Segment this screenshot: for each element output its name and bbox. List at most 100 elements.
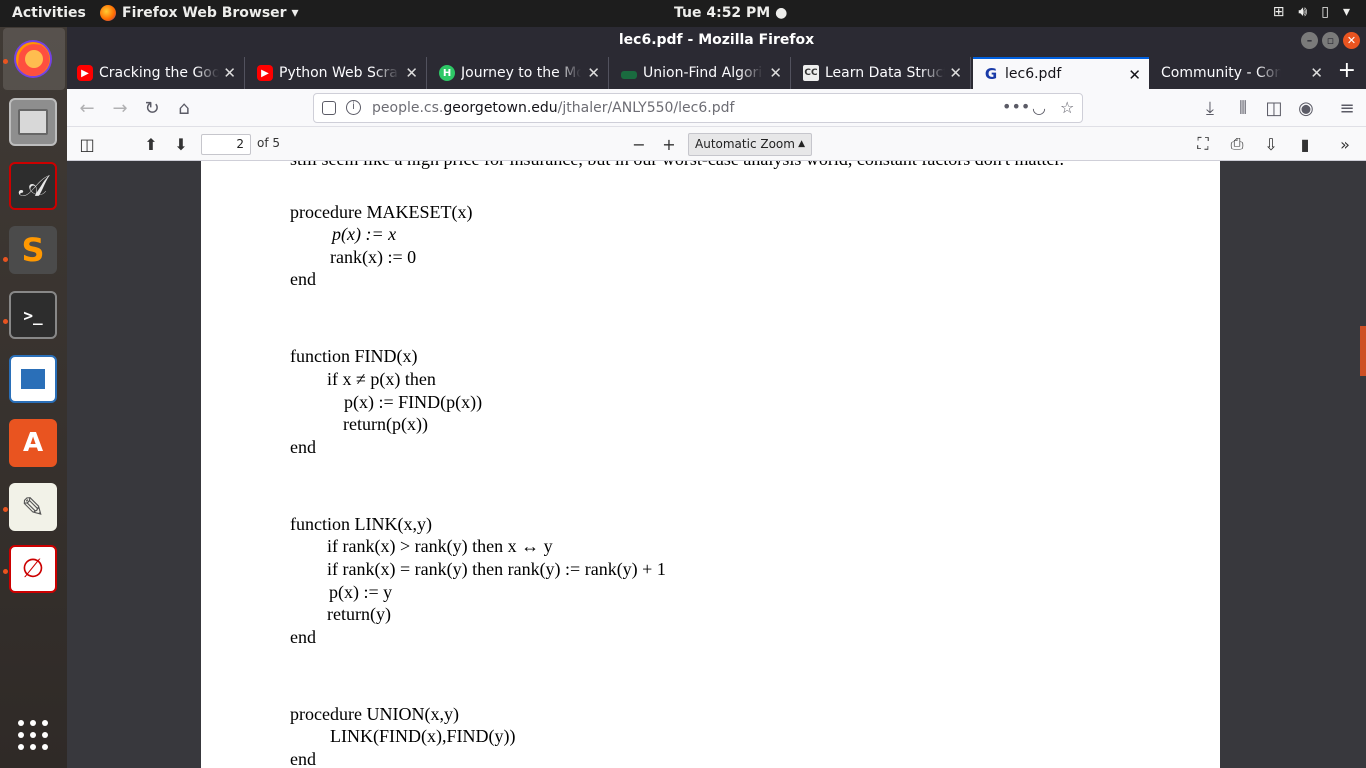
scrollbar-thumb[interactable] bbox=[1360, 326, 1366, 376]
close-tab-icon[interactable]: ✕ bbox=[405, 64, 418, 82]
close-tab-icon[interactable]: ✕ bbox=[1310, 64, 1323, 82]
tab-community-competitive[interactable]: Community - Competitive ✕ bbox=[1151, 57, 1331, 89]
account-button[interactable]: ◉ bbox=[1295, 97, 1317, 119]
link-line: p(x) := y bbox=[329, 582, 393, 602]
tab-cracking-google[interactable]: ▶ Cracking the Google ✕ bbox=[67, 57, 245, 89]
url-bar[interactable]: i people.cs.georgetown.edu/jthaler/ANLY5… bbox=[313, 93, 1083, 123]
arrow-right-icon: → bbox=[112, 97, 128, 119]
find-line: if x ≠ p(x) then bbox=[327, 369, 436, 389]
sidebar-button[interactable]: ◫ bbox=[1263, 97, 1285, 119]
arrow-down-icon: ⬇ bbox=[174, 134, 188, 154]
tracking-protection-icon[interactable] bbox=[322, 101, 336, 115]
grid-icon bbox=[18, 720, 48, 750]
pocket-icon[interactable]: ◡ bbox=[1032, 98, 1046, 117]
maximize-button[interactable]: ▫ bbox=[1322, 32, 1339, 49]
tab-journey-to-the-moon[interactable]: H Journey to the Mount ✕ bbox=[429, 57, 609, 89]
zoom-select[interactable]: Automatic Zoom▲▼ bbox=[688, 133, 812, 170]
zoom-out-button[interactable]: − bbox=[629, 134, 649, 154]
bookmark-star-icon[interactable]: ☆ bbox=[1060, 98, 1074, 117]
find-end: end bbox=[290, 437, 316, 457]
previous-page-button[interactable]: ⬆ bbox=[141, 134, 161, 154]
find-line: p(x) := FIND(p(x)) bbox=[344, 392, 483, 412]
next-page-button[interactable]: ⬇ bbox=[171, 134, 191, 154]
minus-icon: − bbox=[632, 134, 646, 154]
tab-label: Python Web Scraping bbox=[279, 65, 399, 81]
close-tab-icon[interactable]: ✕ bbox=[769, 64, 782, 82]
app-menu[interactable]: Firefox Web Browser ▾ bbox=[100, 5, 298, 21]
software-center-launcher[interactable]: A bbox=[9, 419, 57, 467]
show-applications-button[interactable] bbox=[9, 711, 57, 759]
link-line: return(y) bbox=[327, 604, 391, 624]
close-window-button[interactable]: ✕ bbox=[1343, 32, 1360, 49]
downloads-button[interactable]: ⤓ bbox=[1199, 97, 1221, 119]
system-tray[interactable]: ⊞ 🔊︎ ▯ ▾ bbox=[1273, 4, 1350, 20]
close-tab-icon[interactable]: ✕ bbox=[223, 64, 236, 82]
dock: 𝒜 S >_ A ✎ ∅ bbox=[0, 27, 67, 768]
partial-text-line: still seem like a high price for insuran… bbox=[290, 161, 1064, 170]
window-titlebar[interactable]: lec6.pdf - Mozilla Firefox – ▫ ✕ bbox=[67, 27, 1366, 55]
battery-icon: ▯ bbox=[1321, 4, 1329, 20]
volume-icon: 🔊︎ bbox=[1298, 4, 1308, 20]
union-header: procedure UNION(x,y) bbox=[290, 704, 459, 724]
site-info-icon[interactable]: i bbox=[346, 100, 361, 115]
page-actions-icon[interactable]: ••• bbox=[1002, 97, 1030, 116]
close-tab-icon[interactable]: ✕ bbox=[949, 64, 962, 82]
tools-button[interactable]: » bbox=[1335, 134, 1355, 154]
toggle-sidebar-button[interactable]: ◫ bbox=[77, 134, 97, 154]
writer-launcher[interactable] bbox=[9, 355, 57, 403]
sidebar-toggle-icon: ◫ bbox=[79, 134, 95, 154]
zoom-in-button[interactable]: + bbox=[659, 134, 679, 154]
minimize-button[interactable]: – bbox=[1301, 32, 1318, 49]
activities-button[interactable]: Activities bbox=[12, 5, 86, 21]
forward-button[interactable]: → bbox=[109, 97, 131, 119]
text-editor-launcher[interactable]: ✎ bbox=[9, 483, 57, 531]
files-launcher[interactable] bbox=[9, 98, 57, 146]
sublime-icon: S bbox=[21, 231, 45, 269]
tab-label: Journey to the Mount bbox=[461, 65, 581, 81]
link-line: if rank(x) = rank(y) then rank(y) := ran… bbox=[327, 559, 666, 579]
reload-button[interactable]: ↻ bbox=[141, 97, 163, 119]
pdf-reader-launcher[interactable]: 𝒜 bbox=[9, 162, 57, 210]
new-tab-button[interactable]: + bbox=[1338, 60, 1356, 82]
document-viewer-launcher[interactable]: ∅ bbox=[9, 545, 57, 593]
menu-button[interactable]: ≡ bbox=[1336, 97, 1358, 119]
hackerrank-icon: H bbox=[439, 65, 455, 81]
software-icon: A bbox=[22, 428, 44, 458]
firefox-launcher[interactable] bbox=[9, 35, 57, 83]
double-chevron-icon: » bbox=[1340, 134, 1350, 154]
arrow-left-icon: ← bbox=[79, 97, 95, 119]
running-indicator bbox=[3, 257, 8, 262]
tab-lec6-pdf[interactable]: G lec6.pdf ✕ bbox=[973, 57, 1149, 89]
clock[interactable]: Tue 4:52 PM ● bbox=[674, 5, 787, 21]
tab-union-find[interactable]: Union-Find Algorithm ✕ bbox=[611, 57, 791, 89]
files-icon bbox=[18, 109, 48, 135]
home-button[interactable]: ⌂ bbox=[173, 97, 195, 119]
tab-learn-data-structures[interactable]: CC Learn Data Structures ✕ bbox=[793, 57, 971, 89]
terminal-launcher[interactable]: >_ bbox=[9, 291, 57, 339]
link-end: end bbox=[290, 627, 316, 647]
notepad-icon: ✎ bbox=[21, 490, 45, 524]
back-button[interactable]: ← bbox=[76, 97, 98, 119]
youtube-icon: ▶ bbox=[77, 65, 93, 81]
youtube-icon: ▶ bbox=[257, 65, 273, 81]
hamburger-menu-icon: ≡ bbox=[1339, 97, 1355, 119]
window-title: lec6.pdf - Mozilla Firefox bbox=[618, 32, 815, 48]
sublime-text-launcher[interactable]: S bbox=[9, 226, 57, 274]
pdf-viewer[interactable]: still seem like a high price for insuran… bbox=[67, 161, 1366, 768]
close-tab-icon[interactable]: ✕ bbox=[587, 64, 600, 82]
link-line: if rank(x) > rank(y) then x ↔ y bbox=[327, 536, 553, 556]
url-text[interactable]: people.cs.georgetown.edu/jthaler/ANLY550… bbox=[372, 100, 734, 116]
save-button[interactable]: ⇩ bbox=[1261, 134, 1281, 154]
bookmark-button[interactable]: ▮ bbox=[1295, 134, 1315, 154]
tab-python-web-scraping[interactable]: ▶ Python Web Scraping ✕ bbox=[247, 57, 427, 89]
print-button[interactable]: ⎙ bbox=[1227, 134, 1247, 154]
library-button[interactable]: ⫴ bbox=[1232, 97, 1254, 119]
plus-icon: + bbox=[662, 134, 676, 154]
union-line: LINK(FIND(x),FIND(y)) bbox=[330, 726, 516, 746]
power-menu-icon: ▾ bbox=[1342, 4, 1350, 20]
find-header: function FIND(x) bbox=[290, 346, 418, 366]
page-number-input[interactable]: 2 bbox=[201, 134, 251, 155]
presentation-mode-button[interactable]: ⛶ bbox=[1193, 134, 1213, 154]
union-end: end bbox=[290, 749, 316, 768]
close-tab-icon[interactable]: ✕ bbox=[1128, 66, 1141, 84]
